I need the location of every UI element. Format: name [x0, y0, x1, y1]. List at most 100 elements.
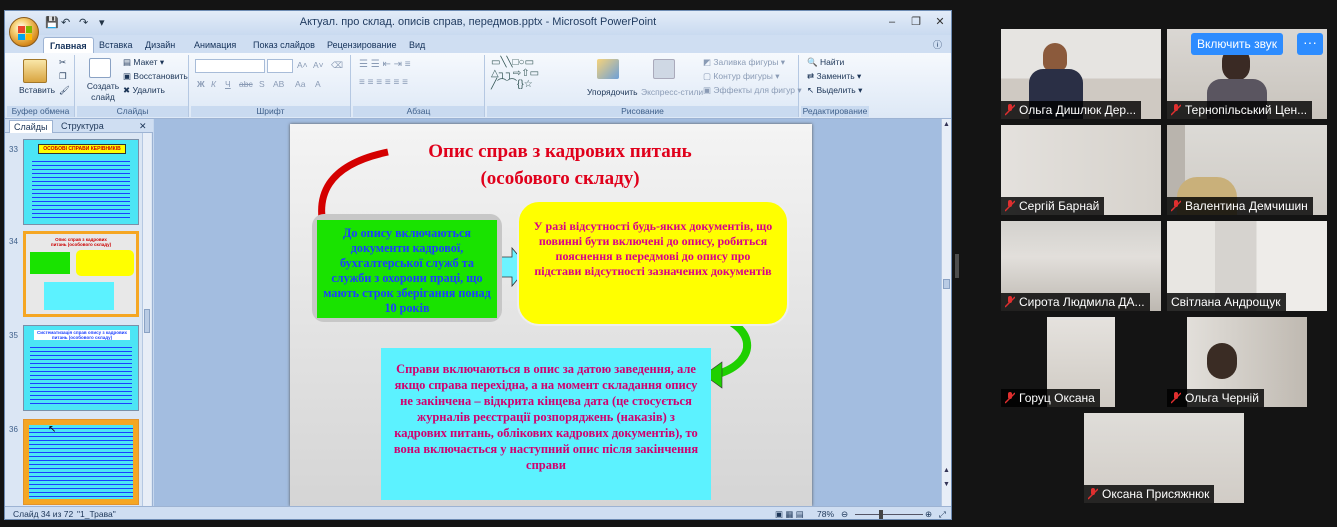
shrink-font-icon[interactable]: A˅ [313, 60, 324, 71]
prev-slide-icon[interactable]: ▲ [943, 467, 950, 474]
shape-fill-button[interactable]: ◩ Заливка фигуры ▾ [703, 57, 785, 68]
new-slide-button[interactable]: Создать слайд [85, 81, 121, 103]
muted-mic-icon [1171, 392, 1181, 404]
participant-tile[interactable]: Включить звук ··· Тернопільський Цен... [1167, 29, 1327, 119]
green-box[interactable]: До опису включаються документи кадрової,… [312, 214, 502, 322]
arrange-icon[interactable] [597, 59, 619, 79]
help-icon[interactable]: ⓘ [933, 37, 942, 53]
slides-scrollbar[interactable] [142, 133, 151, 506]
tab-design[interactable]: Дизайн [139, 37, 181, 53]
zoom-in-icon[interactable]: ⊕ [925, 507, 932, 519]
font-size-input[interactable] [267, 59, 293, 73]
font-name-input[interactable] [195, 59, 265, 73]
scroll-up-icon[interactable]: ▲ [943, 121, 950, 128]
tab-insert[interactable]: Вставка [93, 37, 138, 53]
unmute-button[interactable]: Включить звук [1190, 33, 1283, 55]
spacing-button[interactable]: АВ [273, 79, 284, 90]
select-button[interactable]: ↖ Выделить ▾ [807, 85, 862, 96]
edit-scrollbar[interactable]: ▲ ▲ ▼ [941, 119, 951, 506]
tab-view[interactable]: Вид [403, 37, 431, 53]
slide-number: 33 [9, 145, 18, 154]
panel-splitter[interactable] [955, 254, 959, 278]
participant-tile[interactable]: Ольга Черній [1167, 317, 1327, 407]
thumb-title: Опис справ з кадрових питань (особового … [50, 237, 112, 247]
bullets-icon[interactable]: ☰ ☰ ⇤ ⇥ ≡ [359, 59, 411, 70]
tab-home[interactable]: Главная [43, 37, 94, 53]
tab-slideshow[interactable]: Показ слайдов [247, 37, 321, 53]
participant-tile[interactable]: Ольга Дишлюк Дер... [1001, 29, 1161, 119]
quick-styles-icon[interactable] [653, 59, 675, 79]
clear-format-icon[interactable]: ⌫ [331, 60, 343, 71]
minimize-icon[interactable]: – [881, 14, 903, 30]
underline-button[interactable]: Ч [225, 79, 231, 90]
scroll-thumb[interactable] [943, 279, 950, 289]
tab-outline[interactable]: Структура [57, 120, 108, 133]
tab-animation[interactable]: Анимация [188, 37, 242, 53]
layout-button[interactable]: ▤ Макет ▾ [123, 57, 164, 68]
strike-button[interactable]: abc [239, 79, 253, 90]
shape-effects-button[interactable]: ▣ Эффекты для фигур ▾ [703, 85, 802, 96]
window-title: Актуал. про склад. описів справ, передмо… [299, 16, 657, 28]
group-font: A˄ A˅ ⌫ Ж К Ч abc S АВ Аа А Шрифт [191, 55, 351, 117]
theme-name: "1_Трава" [77, 509, 116, 519]
participant-video [1043, 43, 1067, 71]
close-pane-icon[interactable]: ✕ [139, 120, 147, 133]
participant-tile[interactable]: Валентина Демчишин [1167, 125, 1327, 215]
tab-review[interactable]: Рецензирование [321, 37, 403, 53]
cyan-box[interactable]: Справи включаються в опис за датою завед… [381, 348, 711, 500]
slide-thumbnail-36[interactable]: ↖ [23, 419, 139, 505]
italic-button[interactable]: К [211, 79, 216, 90]
participant-name: Валентина Демчишин [1185, 199, 1308, 213]
copy-icon[interactable]: ❐ [59, 71, 67, 82]
shapes-gallery-icon[interactable]: ▭╲╲□○▭ △┐┐⇨⇧▭ ╱⌒⌒{}☆ [491, 57, 539, 90]
more-options-button[interactable]: ··· [1297, 33, 1323, 55]
cut-icon[interactable]: ✂ [59, 57, 66, 68]
paste-button[interactable]: Вставить [19, 85, 55, 96]
zoom-slider-thumb[interactable] [879, 510, 883, 519]
scroll-thumb[interactable] [144, 309, 150, 333]
quick-styles-button[interactable]: Экспресс-стили [641, 87, 703, 98]
format-painter-icon[interactable]: 🖌 [59, 85, 70, 96]
slide-thumbnail-35[interactable]: Систематизація справ опису з кадрових пи… [23, 325, 139, 411]
participant-tile[interactable]: Оксана Присяжнюк [1084, 413, 1244, 503]
fit-slide-icon[interactable]: ⤢ [939, 507, 946, 519]
current-slide[interactable]: Опис справ з кадрових питань (особового … [290, 124, 812, 506]
powerpoint-window: 💾 ↶ ↷ ▾ Актуал. про склад. описів справ,… [4, 10, 952, 520]
paste-icon[interactable] [23, 59, 47, 83]
participant-tile[interactable]: Сирота Людмила ДА... [1001, 221, 1161, 311]
yellow-box[interactable]: У разі відсутності будь-яких документів,… [517, 200, 789, 326]
replace-button[interactable]: ⇄ Заменить ▾ [807, 71, 861, 82]
find-button[interactable]: 🔍 Найти [807, 57, 844, 68]
delete-label: Удалить [132, 85, 165, 95]
view-buttons[interactable]: ▣ ▦ ▤ [775, 507, 804, 519]
slide-thumbnail-34[interactable]: Опис справ з кадрових питань (особового … [23, 231, 139, 317]
shape-outline-button[interactable]: ▢ Контур фигуры ▾ [703, 71, 780, 82]
close-icon[interactable]: ✕ [929, 14, 951, 30]
slide-counter: Слайд 34 из 72 [13, 509, 74, 519]
reset-button[interactable]: ▣ Восстановить [123, 71, 188, 82]
bold-button[interactable]: Ж [197, 79, 205, 90]
participant-tile[interactable]: Горуц Оксана [1001, 317, 1161, 407]
participant-tile[interactable]: Сергій Барнай [1001, 125, 1161, 215]
slide-number: 36 [9, 425, 18, 434]
delete-slide-button[interactable]: ✖ Удалить [123, 85, 165, 96]
office-button[interactable] [9, 17, 39, 47]
arrange-button[interactable]: Упорядочить [587, 87, 638, 98]
new-slide-icon[interactable] [89, 58, 111, 78]
case-button[interactable]: Аа [295, 79, 306, 90]
font-color-button[interactable]: А [315, 79, 321, 90]
zoom-level[interactable]: 78% [817, 507, 834, 519]
grow-font-icon[interactable]: A˄ [297, 60, 308, 71]
slides-pane: Слайды Структура ✕ 33 ОСОБОВІ СПРАВИ КЕР… [5, 119, 153, 506]
participant-name: Сирота Людмила ДА... [1019, 295, 1145, 309]
shadow-button[interactable]: S [259, 79, 265, 90]
align-icons[interactable]: ≡ ≡ ≡ ≡ ≡ ≡ [359, 77, 408, 88]
muted-mic-icon [1171, 104, 1181, 116]
slide-thumbnail-33[interactable]: ОСОБОВІ СПРАВИ КЕРІВНИКІВ [23, 139, 139, 225]
zoom-out-icon[interactable]: ⊖ [841, 507, 848, 519]
restore-icon[interactable]: ❐ [905, 14, 927, 30]
zoom-slider[interactable] [855, 510, 923, 519]
participant-tile[interactable]: Світлана Андрощук [1167, 221, 1327, 311]
tab-slides[interactable]: Слайды [9, 120, 53, 133]
next-slide-icon[interactable]: ▼ [943, 481, 950, 488]
